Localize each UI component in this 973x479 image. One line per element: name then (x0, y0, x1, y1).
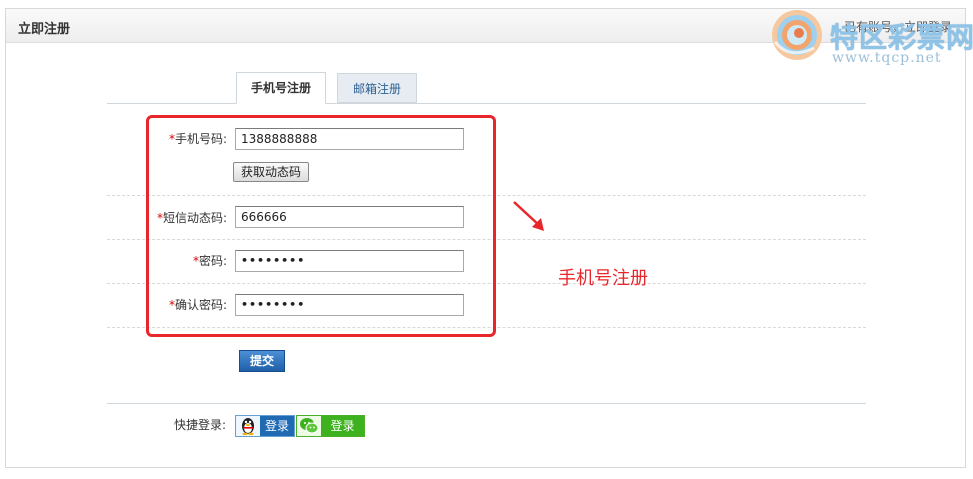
highlight-box (146, 115, 496, 337)
watermark-url: www.tqcp.net (832, 50, 942, 66)
site-watermark: 特区彩票网 www.tqcp.net (770, 8, 973, 70)
annotation-label: 手机号注册 (558, 268, 648, 289)
qq-login-label: 登录 (260, 416, 294, 436)
qq-login-button[interactable]: 登录 (235, 415, 295, 437)
arrow-icon (513, 201, 544, 231)
tabs-divider (107, 103, 866, 104)
swirl-logo-icon (772, 10, 822, 60)
quick-login-label: 快捷登录: (174, 418, 227, 432)
qq-penguin-icon (236, 416, 260, 436)
tab-phone-register[interactable]: 手机号注册 (236, 72, 326, 104)
page-title: 立即注册 (18, 22, 71, 37)
section-divider (107, 403, 866, 404)
submit-button[interactable]: 提交 (239, 350, 285, 372)
wechat-icon (297, 416, 321, 436)
tab-email-register[interactable]: 邮箱注册 (337, 73, 417, 103)
wechat-login-label: 登录 (321, 416, 364, 436)
wechat-login-button[interactable]: 登录 (296, 415, 365, 437)
